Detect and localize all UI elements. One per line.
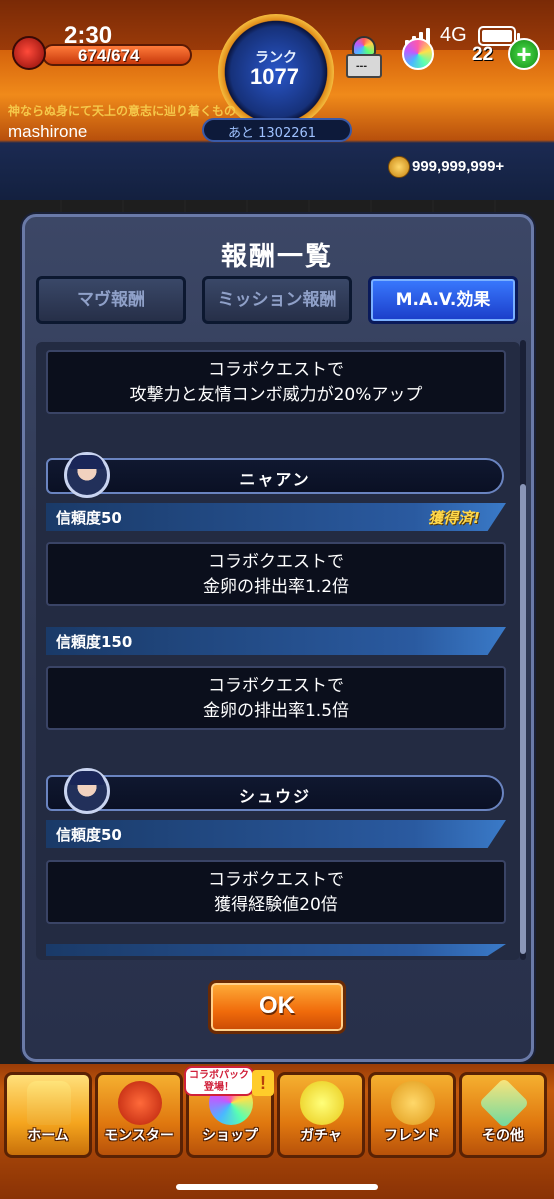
modal-title: 報酬一覧 <box>220 242 333 272</box>
effect-line: 金卵の排出率1.5倍 <box>202 701 350 721</box>
trust-level-bar: 信頼度50 <box>46 820 506 848</box>
effect-line: コラボクエストで <box>208 360 344 380</box>
home-indicator[interactable] <box>176 1184 378 1190</box>
nav-label: その他 <box>482 1128 524 1144</box>
coin-icon <box>388 156 410 178</box>
rank-value: 1077 <box>250 64 299 89</box>
character-name: シュウジ <box>238 787 311 806</box>
nav-gacha[interactable]: ガチャ <box>277 1072 365 1158</box>
trust-level-bar: 信頼度150 <box>46 627 506 655</box>
network-type: 4G <box>440 24 467 46</box>
player-name: mashirone <box>8 122 88 141</box>
badge-line: コラボパック <box>189 1070 249 1081</box>
tab-mav-reward[interactable]: マヴ報酬 <box>36 276 186 324</box>
orb-box-text: --- <box>356 60 367 72</box>
nav-home[interactable]: ホーム <box>4 1072 92 1158</box>
nav-friend[interactable]: フレンド <box>368 1072 456 1158</box>
nav-other[interactable]: その他 <box>459 1072 547 1158</box>
battery-icon <box>478 26 520 46</box>
acquired-badge: 獲得済! <box>428 509 480 527</box>
orb-icon <box>402 38 434 70</box>
player-title: 神ならぬ身にて天上の意志に辿り着くもの <box>8 104 237 118</box>
character-avatar <box>64 768 110 814</box>
coin-count: 999,999,999+ <box>412 158 505 175</box>
tab-mav-effect[interactable]: M.A.V.効果 <box>368 276 518 324</box>
character-header: シュウジ <box>46 775 504 811</box>
tab-mission-reward[interactable]: ミッション報酬 <box>202 276 352 324</box>
nav-label: モンスター <box>104 1128 174 1144</box>
effect-box: コラボクエストで 獲得経験値20倍 <box>46 860 506 924</box>
character-header: ニャアン <box>46 458 504 494</box>
trust-level: 信頼度150 <box>56 633 133 651</box>
effect-box: コラボクエストで 金卵の排出率1.2倍 <box>46 542 506 606</box>
trust-level-bar: 信頼度50 獲得済! <box>46 503 506 531</box>
alert-icon: ! <box>252 1070 274 1096</box>
effect-line: コラボクエストで <box>208 676 344 696</box>
other-icon <box>478 1077 530 1129</box>
nav-monster[interactable]: モンスター <box>95 1072 183 1158</box>
gacha-icon <box>300 1081 344 1125</box>
next-rank-exp: あと 1302261 <box>228 126 317 141</box>
nav-label: ガチャ <box>300 1128 342 1144</box>
nav-label: ホーム <box>27 1128 69 1144</box>
stamina-icon <box>12 36 46 70</box>
effect-line: コラボクエストで <box>208 552 344 572</box>
orb-count: 22 <box>472 44 494 65</box>
monster-icon <box>118 1081 162 1125</box>
collab-pack-badge: コラボパック 登場！ <box>184 1066 254 1096</box>
home-icon <box>27 1081 71 1125</box>
buy-orb-button[interactable]: + <box>508 38 540 70</box>
trust-level: 信頼度50 <box>56 509 122 527</box>
nav-label: フレンド <box>384 1128 440 1144</box>
friend-icon <box>391 1081 435 1125</box>
trust-level: 信頼度50 <box>56 826 122 844</box>
character-name: ニャアン <box>239 470 311 489</box>
effect-box: コラボクエストで 金卵の排出率1.5倍 <box>46 666 506 730</box>
trust-level-bar <box>46 944 506 956</box>
effect-box: コラボクエストで 攻撃力と友情コンボ威力が20%アップ <box>46 350 506 414</box>
effect-line: 金卵の排出率1.2倍 <box>202 577 350 597</box>
nav-label: ショップ <box>202 1128 258 1144</box>
ok-button[interactable]: OK <box>208 980 346 1034</box>
scrollbar-thumb[interactable] <box>520 484 526 954</box>
badge-line: 登場！ <box>204 1082 234 1093</box>
character-avatar <box>64 452 110 498</box>
effect-line: コラボクエストで <box>208 870 344 890</box>
effect-line: 獲得経験値20倍 <box>214 895 338 915</box>
effect-line: 攻撃力と友情コンボ威力が20%アップ <box>129 385 423 405</box>
stamina-value: 674/674 <box>78 46 140 65</box>
